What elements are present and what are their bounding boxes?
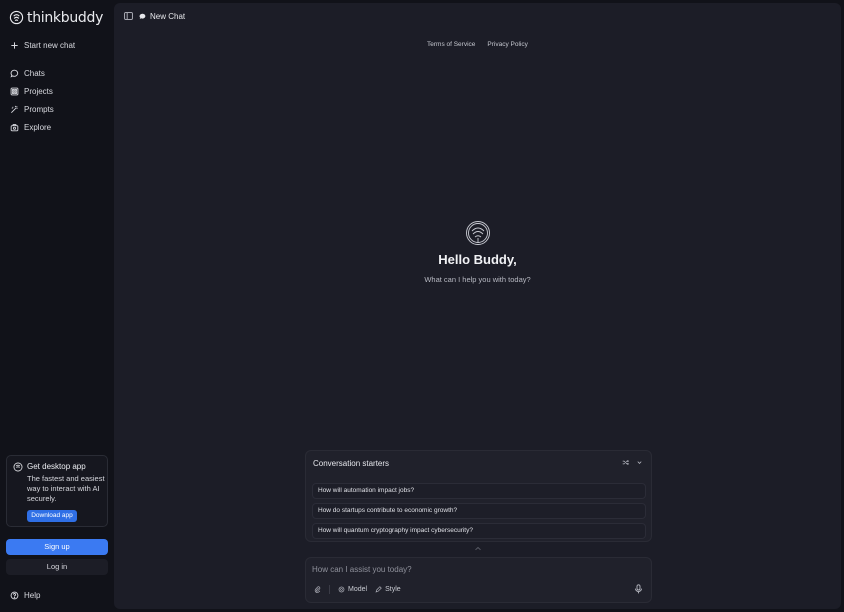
- new-chat-label: New Chat: [150, 11, 186, 21]
- sidebar-item-chats[interactable]: Chats: [10, 66, 45, 80]
- help-icon: [10, 591, 19, 599]
- sidebar-item-projects[interactable]: Projects: [10, 84, 53, 98]
- model-label: Model: [348, 586, 368, 593]
- footer-links: Terms of Service Privacy Policy: [427, 41, 528, 48]
- start-new-chat-label: Start new chat: [24, 40, 76, 50]
- sidebar-item-label: Prompts: [24, 104, 54, 114]
- sign-up-button[interactable]: Sign up: [6, 539, 108, 555]
- plus-icon: [11, 41, 18, 49]
- main-panel: New Chat Terms of Service Privacy Policy…: [114, 3, 841, 609]
- start-new-chat-button[interactable]: Start new chat: [10, 38, 75, 52]
- log-in-button[interactable]: Log in: [6, 559, 108, 575]
- download-app-button[interactable]: Download app: [27, 510, 77, 522]
- chevron-down-icon[interactable]: [636, 459, 643, 466]
- message-input[interactable]: [312, 563, 632, 575]
- composer-toolbar: Model Style: [314, 585, 401, 594]
- thinkbuddy-logo-icon: [9, 10, 24, 25]
- promo-title: Get desktop app: [27, 462, 86, 471]
- help-button[interactable]: Help: [10, 588, 40, 602]
- grid-icon: [10, 87, 19, 95]
- starter-item[interactable]: How do startups contribute to economic g…: [312, 503, 646, 519]
- desktop-app-promo: Get desktop app The fastest and easiest …: [6, 455, 108, 527]
- wand-icon: [11, 105, 18, 113]
- privacy-policy-link[interactable]: Privacy Policy: [487, 41, 527, 48]
- greeting-subtitle: What can I help you with today?: [424, 275, 531, 284]
- conversation-starters-panel: Conversation starters How will automatio…: [305, 450, 652, 542]
- thinkbuddy-logo-icon: [466, 221, 490, 245]
- thinkbuddy-logo-icon: [13, 462, 23, 472]
- sidebar-toggle-icon[interactable]: [124, 12, 133, 20]
- starter-item[interactable]: How will automation impact jobs?: [312, 483, 646, 499]
- explore-icon: [10, 123, 19, 131]
- greeting-heading: Hello Buddy,: [438, 252, 517, 267]
- sidebar: thinkbuddy Start new chat Chats Projects…: [0, 0, 114, 612]
- brand-logo[interactable]: thinkbuddy: [9, 9, 103, 26]
- pen-icon: [375, 586, 382, 593]
- sidebar-item-label: Chats: [24, 68, 45, 78]
- model-icon: [338, 586, 345, 593]
- toolbar-divider: [329, 585, 330, 594]
- paperclip-icon[interactable]: [314, 586, 321, 593]
- sidebar-item-explore[interactable]: Explore: [10, 120, 51, 134]
- chevron-up-icon[interactable]: [474, 546, 482, 551]
- terms-of-service-link[interactable]: Terms of Service: [427, 41, 475, 48]
- sidebar-item-label: Projects: [24, 86, 53, 96]
- starters-controls: [622, 459, 643, 466]
- new-chat-title: New Chat: [139, 10, 185, 22]
- chat-composer: Model Style: [305, 557, 652, 603]
- model-button[interactable]: Model: [338, 586, 367, 593]
- chat-bubble-icon: [139, 13, 146, 19]
- brand-name: thinkbuddy: [27, 9, 104, 26]
- microphone-icon[interactable]: [634, 584, 643, 594]
- chat-bubble-icon: [10, 69, 19, 78]
- style-label: Style: [385, 586, 401, 593]
- style-button[interactable]: Style: [375, 586, 401, 593]
- starters-title: Conversation starters: [313, 459, 390, 468]
- shuffle-icon[interactable]: [622, 459, 629, 466]
- sidebar-item-label: Explore: [24, 122, 52, 132]
- help-label: Help: [24, 590, 41, 600]
- sidebar-item-prompts[interactable]: Prompts: [10, 102, 54, 116]
- promo-text: The fastest and easiest way to interact …: [27, 474, 105, 503]
- starter-item[interactable]: How will quantum cryptography impact cyb…: [312, 523, 646, 539]
